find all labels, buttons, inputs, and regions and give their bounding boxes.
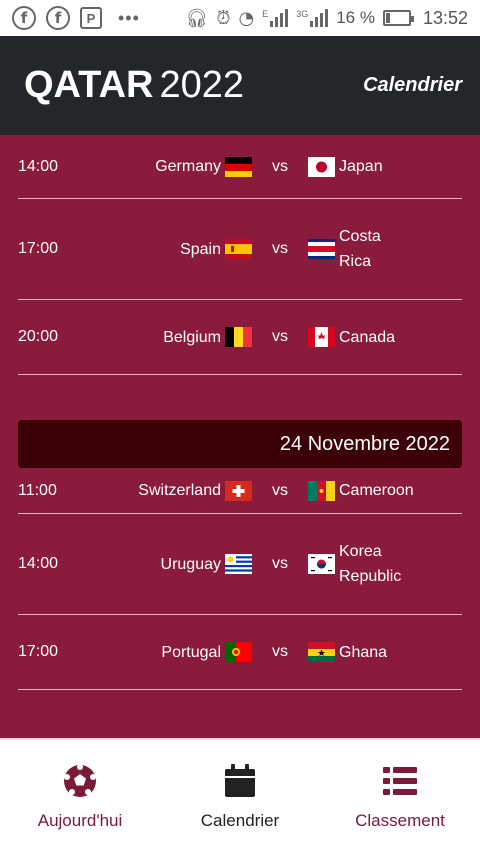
soccer-ball-icon	[64, 764, 96, 797]
nav-calendar-label: Calendrier	[200, 811, 280, 830]
away-team-name: Ghana	[339, 643, 388, 661]
match-time: 11:00	[18, 481, 57, 499]
app-header: QATAR 2022 Calendrier	[0, 36, 480, 135]
vs-label: vs	[272, 240, 288, 257]
away-team: Cameroon	[308, 478, 462, 503]
home-team-name: Germany	[155, 158, 221, 175]
vs-label: vs	[272, 157, 288, 175]
match-row[interactable]: 11:00 Switzerland vs Cameroon	[18, 468, 462, 514]
facebook-notification-icon: f	[12, 6, 36, 30]
away-team-name: Japan	[339, 158, 383, 175]
match-row-partial[interactable]	[18, 690, 462, 738]
match-time: 17:00	[18, 643, 59, 660]
clock: 13:52	[422, 7, 468, 28]
japan-flag-icon	[308, 156, 335, 177]
home-team-name: Portugal	[161, 643, 221, 661]
home-team-name: Belgium	[163, 328, 221, 346]
home-team: Portugal	[98, 640, 252, 665]
costa-rica-flag-icon	[308, 239, 335, 259]
nav-calendar[interactable]: Calendrier	[160, 740, 320, 854]
vs-label: vs	[272, 481, 288, 499]
bottom-navigation: Aujourd'hui Calendrier Classement	[0, 738, 480, 854]
home-team: Uruguay	[98, 552, 252, 577]
match-row[interactable]: 17:00 Spain vs Costa Rica	[18, 199, 462, 300]
match-row[interactable]: 14:00 Germany vs Japan	[18, 135, 462, 199]
battery-icon	[382, 10, 414, 26]
nav-today-label: Aujourd'hui	[37, 811, 123, 830]
match-row[interactable]: 17:00 Portugal vs Ghana	[18, 615, 462, 690]
facebook-notification-icon-2: f	[46, 6, 70, 30]
home-team-name: Uruguay	[160, 555, 221, 573]
uruguay-flag-icon	[225, 554, 252, 574]
battery-percent: 16 %	[336, 8, 375, 27]
home-team-name: Switzerland	[138, 482, 221, 499]
canada-flag-icon	[308, 327, 335, 347]
match-time: 14:00	[18, 157, 59, 175]
vs-label: vs	[272, 555, 288, 572]
match-row[interactable]: 20:00 Belgium vs Canada	[18, 300, 462, 375]
list-icon	[383, 767, 417, 795]
portugal-flag-icon	[225, 642, 252, 662]
app-title-year: 2022	[159, 64, 245, 106]
nav-standings[interactable]: Classement	[320, 740, 480, 854]
app-notification-icon: P	[80, 7, 102, 29]
calendar-icon	[225, 764, 255, 797]
away-team: Canada	[308, 325, 462, 350]
match-row[interactable]: 14:00 Uruguay vs Korea Republic	[18, 514, 462, 615]
away-team-name: Korea Republic	[339, 543, 402, 585]
app-title: QATAR 2022	[24, 64, 244, 107]
away-team: Ghana	[308, 640, 462, 665]
home-team: Spain	[98, 237, 252, 262]
headphones-icon: 🎧︎	[185, 7, 209, 29]
korea-flag-icon	[308, 554, 335, 574]
wifi-icon: ◔	[238, 7, 255, 29]
match-time: 14:00	[18, 555, 59, 572]
switzerland-flag-icon	[225, 480, 252, 501]
app-title-bold: QATAR	[24, 64, 154, 106]
home-team: Belgium	[98, 325, 252, 350]
match-time: 17:00	[18, 240, 59, 257]
match-list[interactable]: 14:00 Germany vs Japan 17:00 Spain vs Co…	[0, 135, 480, 738]
nav-standings-label: Classement	[355, 811, 445, 830]
date-header: 24 Novembre 2022	[18, 420, 462, 468]
home-team: Germany	[98, 154, 252, 179]
home-team: Switzerland	[98, 478, 252, 503]
vs-label: vs	[272, 643, 288, 660]
away-team: Korea Republic	[308, 539, 462, 589]
away-team-name: Costa Rica	[339, 228, 381, 270]
away-team: Japan	[308, 154, 462, 179]
home-team-name: Spain	[180, 240, 221, 258]
away-team: Costa Rica	[308, 224, 462, 274]
nav-today[interactable]: Aujourd'hui	[0, 740, 160, 854]
belgium-flag-icon	[225, 327, 252, 347]
germany-flag-icon	[225, 156, 252, 177]
match-time: 20:00	[18, 328, 59, 345]
vs-label: vs	[272, 328, 288, 345]
away-team-name: Cameroon	[339, 482, 414, 499]
more-notifications-icon: •••	[118, 7, 140, 28]
ghana-flag-icon	[308, 642, 335, 662]
away-team-name: Canada	[339, 328, 396, 346]
cameroon-flag-icon	[308, 480, 335, 501]
signal-3g-icon: 3G	[296, 9, 329, 27]
alarm-icon: ⏰︎	[216, 7, 231, 29]
signal-e-icon: E	[262, 9, 289, 27]
status-bar: f f P ••• 🎧︎ ⏰︎ ◔ E 3G 16 % 13:52	[0, 0, 480, 36]
page-title: Calendrier	[363, 74, 462, 96]
spain-flag-icon	[225, 239, 252, 259]
